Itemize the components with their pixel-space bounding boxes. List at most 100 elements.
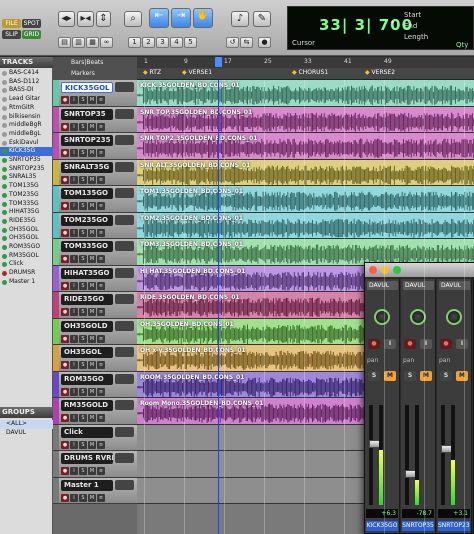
track-list-item[interactable]: RtmGitR bbox=[0, 104, 53, 113]
marker[interactable]: ◆ CHORUS1 bbox=[292, 69, 328, 76]
track-list-item[interactable]: ROM35GO bbox=[0, 243, 53, 252]
track-view-icon[interactable]: ≡ bbox=[97, 414, 105, 422]
solo-button[interactable]: S bbox=[368, 371, 380, 381]
record-enable-icon[interactable]: ● bbox=[368, 339, 380, 349]
zoom-in-button[interactable]: ▸◂ bbox=[77, 11, 94, 27]
marker[interactable]: ◆ VERSE1 bbox=[182, 69, 212, 76]
loop-icon[interactable]: ↺ bbox=[226, 37, 239, 48]
channel-name[interactable]: KICK35GO bbox=[366, 521, 398, 531]
track-height-icon[interactable]: ▤ bbox=[58, 37, 71, 48]
mixer-titlebar[interactable] bbox=[365, 263, 474, 277]
volume-readout[interactable]: +6.3 bbox=[366, 509, 398, 518]
track-header[interactable]: TOM135GO ● I S M ≡ bbox=[53, 186, 137, 213]
track-name-field[interactable]: OH35GOLD bbox=[61, 320, 113, 332]
waveform-view-icon[interactable]: ▥ bbox=[72, 37, 85, 48]
track-name-field[interactable]: SNRALT35G bbox=[61, 161, 113, 173]
volume-readout[interactable]: -78.7 bbox=[402, 509, 434, 518]
input-monitor-icon[interactable]: I bbox=[70, 308, 78, 316]
record-arm-icon[interactable]: ● bbox=[61, 202, 69, 210]
record-arm-icon[interactable]: ● bbox=[61, 228, 69, 237]
track-visibility-dot-icon[interactable] bbox=[2, 245, 7, 250]
track-visibility-dot-icon[interactable] bbox=[2, 166, 7, 172]
record-arm-icon[interactable]: ● bbox=[61, 493, 69, 502]
track-view-selector[interactable] bbox=[115, 294, 134, 304]
track-list-item[interactable]: RM35GOL bbox=[0, 252, 53, 261]
input-monitor-icon[interactable]: I bbox=[70, 387, 78, 396]
track-view-icon[interactable]: ≡ bbox=[97, 308, 105, 316]
solo-button[interactable]: S bbox=[440, 371, 452, 381]
input-monitor-icon[interactable]: I bbox=[70, 334, 78, 343]
track-list-item[interactable]: TOM335G bbox=[0, 200, 53, 209]
selector-tool-icon[interactable]: ⇥ bbox=[171, 8, 191, 28]
input-monitor-icon[interactable]: I bbox=[70, 149, 78, 157]
track-visibility-dot-icon[interactable] bbox=[2, 210, 7, 216]
track-header[interactable]: RIDE35GO ● I S M ≡ bbox=[53, 292, 137, 319]
track-name-field[interactable]: OH35GOL bbox=[61, 347, 113, 358]
solo-button[interactable]: S bbox=[79, 308, 87, 316]
track-header[interactable]: OH35GOLD ● I S M ≡ bbox=[53, 318, 137, 345]
track-list-item[interactable]: OH35GOL bbox=[0, 226, 53, 235]
mute-button[interactable]: M bbox=[88, 96, 96, 104]
track-view-icon[interactable]: ≡ bbox=[97, 175, 105, 184]
track-list-item[interactable]: Click bbox=[0, 260, 53, 269]
track-name-field[interactable]: TOM235GO bbox=[61, 214, 113, 226]
solo-button[interactable]: S bbox=[79, 467, 87, 475]
counter-dropdown-icon[interactable]: ▾ bbox=[391, 19, 394, 26]
track-list-item[interactable]: TOM235G bbox=[0, 191, 53, 200]
solo-button[interactable]: S bbox=[79, 387, 87, 396]
track-header[interactable]: ROM35GO ● I S M ≡ bbox=[53, 371, 137, 398]
pencil-tool-icon[interactable]: ✎ bbox=[253, 11, 271, 27]
track-view-selector[interactable] bbox=[115, 453, 134, 463]
track-view-icon[interactable]: ≡ bbox=[97, 202, 105, 210]
mute-button[interactable]: M bbox=[88, 228, 96, 237]
track-header[interactable]: Master 1 ● I S M ≡ bbox=[53, 477, 137, 504]
track-header[interactable]: TOM335GO ● I S M ≡ bbox=[53, 239, 137, 266]
record-arm-icon[interactable]: ● bbox=[61, 361, 69, 369]
solo-button[interactable]: S bbox=[79, 202, 87, 210]
preset-2-button[interactable]: 2 bbox=[142, 37, 155, 48]
track-header[interactable]: TOM235GO ● I S M ≡ bbox=[53, 212, 137, 239]
solo-button[interactable]: S bbox=[79, 334, 87, 343]
mute-button[interactable]: M bbox=[384, 371, 396, 381]
solo-button[interactable]: S bbox=[79, 149, 87, 157]
trim-tool-icon[interactable]: ⇤ bbox=[149, 8, 169, 28]
track-list-item[interactable]: bilkisensin bbox=[0, 113, 53, 122]
mute-button[interactable]: M bbox=[88, 414, 96, 422]
mute-button[interactable]: M bbox=[88, 361, 96, 369]
track-visibility-dot-icon[interactable] bbox=[2, 97, 7, 103]
track-visibility-dot-icon[interactable] bbox=[2, 88, 7, 94]
track-view-icon[interactable]: ≡ bbox=[97, 96, 105, 104]
volume-fader[interactable] bbox=[369, 405, 381, 505]
track-view-icon[interactable]: ≡ bbox=[97, 149, 105, 157]
volume-readout[interactable]: +3.1 bbox=[438, 509, 470, 518]
track-view-selector[interactable] bbox=[115, 82, 134, 92]
record-arm-icon[interactable]: ● bbox=[61, 440, 69, 449]
input-monitor-button[interactable]: I bbox=[420, 339, 432, 349]
solo-button[interactable]: S bbox=[79, 122, 87, 131]
track-list-item[interactable]: EskiDavul bbox=[0, 139, 53, 148]
track-view-selector[interactable] bbox=[115, 188, 134, 198]
mode-button-grid[interactable]: GRID bbox=[22, 30, 41, 39]
pan-knob[interactable] bbox=[446, 309, 462, 325]
track-view-icon[interactable]: ≡ bbox=[97, 387, 105, 396]
track-visibility-dot-icon[interactable] bbox=[2, 236, 7, 242]
track-name-field[interactable]: TOM135GO bbox=[61, 188, 113, 199]
solo-button[interactable]: S bbox=[79, 96, 87, 104]
track-view-selector[interactable] bbox=[115, 479, 134, 490]
mute-button[interactable]: M bbox=[88, 202, 96, 210]
track-name-field[interactable]: RM35GOLD bbox=[61, 400, 113, 411]
volume-fader[interactable] bbox=[405, 405, 417, 505]
mute-button[interactable]: M bbox=[456, 371, 468, 381]
track-list-item[interactable]: OH35GOL bbox=[0, 234, 53, 243]
solo-button[interactable]: S bbox=[79, 175, 87, 184]
record-arm-icon[interactable]: ● bbox=[61, 414, 69, 422]
record-arm-icon[interactable]: ● bbox=[61, 281, 69, 290]
track-view-selector[interactable] bbox=[115, 320, 134, 331]
track-list-item[interactable]: SNRTOP35 bbox=[0, 156, 53, 165]
track-view-icon[interactable]: ≡ bbox=[97, 255, 105, 263]
mode-button-slip[interactable]: SLIP bbox=[2, 30, 21, 39]
track-view-icon[interactable]: ≡ bbox=[97, 467, 105, 475]
input-monitor-icon[interactable]: I bbox=[70, 228, 78, 237]
record-enable-icon[interactable]: ● bbox=[404, 339, 416, 349]
track-list-item[interactable]: BASS-DI bbox=[0, 86, 53, 95]
